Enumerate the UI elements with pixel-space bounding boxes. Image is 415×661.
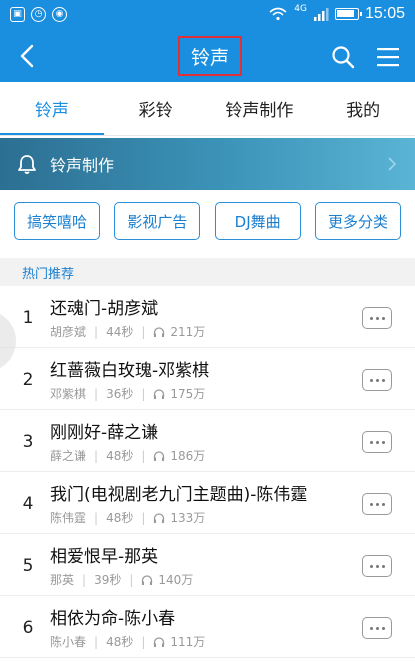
song-rank: 1 bbox=[22, 308, 34, 328]
app-icon: ◉ bbox=[52, 7, 67, 22]
headphone-icon bbox=[154, 450, 165, 461]
headphone-icon bbox=[154, 388, 165, 399]
category-row: 搞笑嘻哈 影视广告 DJ舞曲 更多分类 bbox=[0, 202, 415, 252]
headphone-icon bbox=[154, 636, 165, 647]
signal-icon bbox=[313, 8, 329, 21]
battery-icon bbox=[334, 8, 362, 20]
more-icon bbox=[369, 626, 373, 630]
song-rank: 2 bbox=[22, 370, 34, 390]
chevron-left-icon[interactable] bbox=[14, 40, 44, 72]
network-type: 4G bbox=[294, 4, 307, 14]
song-rank: 4 bbox=[22, 494, 34, 514]
song-meta: 薛之谦 | 48秒 | 186万 bbox=[50, 448, 206, 464]
song-plays: 186万 bbox=[170, 449, 206, 463]
song-duration: 48秒 bbox=[106, 511, 134, 525]
song-duration: 48秒 bbox=[106, 635, 134, 649]
song-meta: 陈小春 | 48秒 | 111万 bbox=[50, 634, 206, 650]
song-plays: 133万 bbox=[170, 511, 206, 525]
more-options-button[interactable] bbox=[362, 617, 392, 639]
song-artist: 陈小春 bbox=[50, 635, 87, 649]
chevron-right-icon bbox=[388, 157, 397, 171]
list-item[interactable]: 6 相依为命-陈小春 陈小春 | 48秒 | 111万 bbox=[0, 596, 415, 658]
headphone-icon bbox=[142, 574, 153, 585]
song-plays: 111万 bbox=[170, 635, 206, 649]
song-title: 还魂门-胡彦斌 bbox=[50, 299, 159, 319]
tab-ringtone-maker[interactable]: 铃声制作 bbox=[208, 82, 312, 135]
image-icon: ▣ bbox=[10, 7, 25, 22]
more-options-button[interactable] bbox=[362, 369, 392, 391]
app-header: 铃声 bbox=[0, 30, 415, 82]
tab-ringtones[interactable]: 铃声 bbox=[0, 82, 104, 135]
menu-icon[interactable] bbox=[376, 46, 400, 68]
song-artist: 胡彦斌 bbox=[50, 325, 87, 339]
more-options-button[interactable] bbox=[362, 431, 392, 453]
category-button-film-ads[interactable]: 影视广告 bbox=[114, 202, 201, 240]
song-duration: 36秒 bbox=[106, 387, 134, 401]
category-button-more[interactable]: 更多分类 bbox=[314, 202, 401, 240]
song-duration: 39秒 bbox=[94, 573, 122, 587]
song-title: 刚刚好-薛之谦 bbox=[50, 423, 159, 443]
status-left-icons: ▣ ◷ ◉ bbox=[10, 7, 67, 22]
more-icon bbox=[369, 502, 373, 506]
category-button-funny[interactable]: 搞笑嘻哈 bbox=[14, 202, 100, 240]
song-title: 我门(电视剧老九门主题曲)-陈伟霆 bbox=[50, 485, 308, 505]
list-item[interactable]: 1 还魂门-胡彦斌 胡彦斌 | 44秒 | 211万 bbox=[0, 286, 415, 348]
headphone-icon bbox=[154, 512, 165, 523]
status-right: 4G 15:05 bbox=[268, 4, 405, 23]
page-title: 铃声 bbox=[190, 46, 229, 69]
wifi-icon bbox=[269, 7, 287, 21]
song-artist: 那英 bbox=[50, 573, 75, 587]
song-title: 相依为命-陈小春 bbox=[50, 609, 176, 629]
more-options-button[interactable] bbox=[362, 493, 392, 515]
more-options-button[interactable] bbox=[362, 555, 392, 577]
more-icon bbox=[369, 378, 373, 382]
ringtone-maker-banner[interactable]: 铃声制作 bbox=[0, 138, 415, 190]
headphone-icon bbox=[154, 326, 165, 337]
status-time: 15:05 bbox=[364, 5, 405, 22]
song-plays: 211万 bbox=[170, 325, 206, 339]
more-icon bbox=[369, 316, 373, 320]
list-item[interactable]: 4 我门(电视剧老九门主题曲)-陈伟霆 陈伟霆 | 48秒 | 133万 bbox=[0, 472, 415, 534]
song-plays: 140万 bbox=[158, 573, 194, 587]
list-item[interactable]: 3 刚刚好-薛之谦 薛之谦 | 48秒 | 186万 bbox=[0, 410, 415, 472]
song-rank: 5 bbox=[22, 556, 34, 576]
bell-icon bbox=[18, 155, 36, 174]
status-bar: ▣ ◷ ◉ 4G 15:05 bbox=[0, 0, 415, 30]
song-meta: 那英 | 39秒 | 140万 bbox=[50, 572, 194, 588]
tab-color-ring[interactable]: 彩铃 bbox=[104, 82, 208, 135]
list-item[interactable]: 5 相爱恨早-那英 那英 | 39秒 | 140万 bbox=[0, 534, 415, 596]
clock-icon: ◷ bbox=[31, 7, 46, 22]
song-meta: 陈伟霆 | 48秒 | 133万 bbox=[50, 510, 206, 526]
song-plays: 175万 bbox=[170, 387, 206, 401]
song-list: 1 还魂门-胡彦斌 胡彦斌 | 44秒 | 211万 2 红蔷薇白玫瑰-邓紫棋 邓紫… bbox=[0, 286, 415, 658]
song-artist: 陈伟霆 bbox=[50, 511, 87, 525]
more-icon bbox=[369, 564, 373, 568]
more-icon bbox=[369, 440, 373, 444]
category-button-dj[interactable]: DJ舞曲 bbox=[214, 202, 301, 240]
song-title: 红蔷薇白玫瑰-邓紫棋 bbox=[50, 361, 210, 381]
list-item[interactable]: 2 红蔷薇白玫瑰-邓紫棋 邓紫棋 | 36秒 | 175万 bbox=[0, 348, 415, 410]
more-options-button[interactable] bbox=[362, 307, 392, 329]
song-title: 相爱恨早-那英 bbox=[50, 547, 159, 567]
tab-mine[interactable]: 我的 bbox=[311, 82, 415, 135]
song-artist: 邓紫棋 bbox=[50, 387, 87, 401]
page-title-box: 铃声 bbox=[178, 36, 242, 76]
tab-bar: 铃声 彩铃 铃声制作 我的 bbox=[0, 82, 415, 136]
song-meta: 胡彦斌 | 44秒 | 211万 bbox=[50, 324, 206, 340]
banner-label: 铃声制作 bbox=[50, 156, 115, 175]
search-icon[interactable] bbox=[330, 44, 356, 70]
song-duration: 48秒 bbox=[106, 449, 134, 463]
song-artist: 薛之谦 bbox=[50, 449, 87, 463]
song-rank: 6 bbox=[22, 618, 34, 638]
song-duration: 44秒 bbox=[106, 325, 134, 339]
song-meta: 邓紫棋 | 36秒 | 175万 bbox=[50, 386, 206, 402]
section-header: 热门推荐 bbox=[0, 258, 415, 286]
song-rank: 3 bbox=[22, 432, 34, 452]
